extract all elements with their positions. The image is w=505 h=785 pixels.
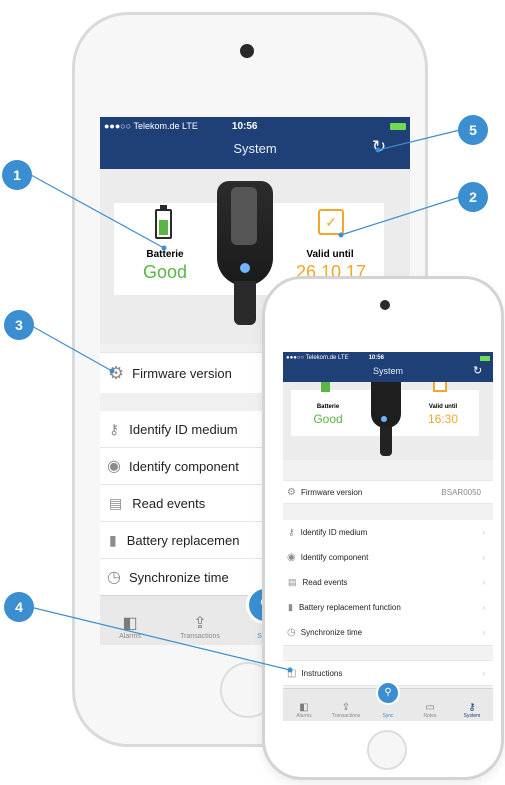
callout-line-1 [30,174,165,249]
callout-dot-3 [109,368,115,374]
callout-badge-5: 5 [458,115,488,145]
callout-line-3 [29,324,113,372]
callout-line-5 [377,128,465,151]
callout-badge-3: 3 [4,310,34,340]
callout-dot-5 [375,147,381,153]
callout-lines [29,128,465,673]
callout-badge-2: 2 [458,182,488,212]
callout-badge-4: 4 [4,592,34,622]
callout-dot-1 [161,245,167,251]
callout-dot-4 [287,667,293,673]
callout-dot-2 [338,232,344,238]
callout-line-4 [29,606,291,671]
callout-badge-1: 1 [2,160,32,190]
callout-line-2 [340,195,464,236]
